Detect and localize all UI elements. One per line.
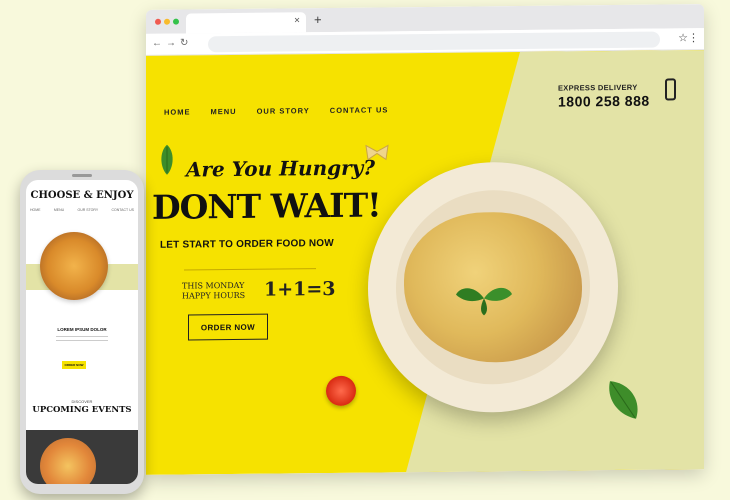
mobile-pizza-photo bbox=[40, 438, 96, 484]
new-tab-icon[interactable]: + bbox=[314, 12, 322, 27]
tomato-icon bbox=[326, 375, 356, 407]
promo-line-2: HAPPY HOURS bbox=[182, 290, 246, 301]
reload-icon[interactable]: ↻ bbox=[180, 37, 188, 48]
url-input[interactable] bbox=[208, 31, 660, 53]
website-hero: HOME MENU OUR STORY CONTACT US EXPRESS D… bbox=[146, 50, 704, 475]
basil-leaf-icon bbox=[161, 144, 173, 175]
mobile-screen: CHOOSE & ENJOY HOME MENU OUR STORY CONTA… bbox=[26, 180, 138, 484]
back-icon[interactable]: ← bbox=[152, 38, 162, 49]
menu-kebab-icon[interactable]: ⋮ bbox=[688, 31, 699, 44]
nav-our-story[interactable]: OUR STORY bbox=[257, 106, 310, 116]
promo-line-1: THIS MONDAY bbox=[182, 280, 245, 291]
mobile-device: CHOOSE & ENJOY HOME MENU OUR STORY CONTA… bbox=[20, 170, 144, 494]
nav-menu[interactable]: MENU bbox=[211, 107, 237, 116]
delivery-label: EXPRESS DELIVERY bbox=[558, 82, 638, 93]
mobile-discover-label: DISCOVER bbox=[71, 399, 93, 404]
window-close-dot[interactable] bbox=[155, 18, 161, 25]
nav-contact-us[interactable]: CONTACT US bbox=[330, 105, 389, 115]
mobile-nav: HOME MENU OUR STORY CONTACT US bbox=[30, 208, 134, 212]
promo-text: THIS MONDAY HAPPY HOURS bbox=[182, 281, 245, 302]
basil-garnish-icon bbox=[456, 287, 512, 316]
hero-subtitle: LET START TO ORDER FOOD NOW bbox=[160, 237, 334, 251]
mobile-nav-contact-us[interactable]: CONTACT US bbox=[112, 208, 134, 212]
mobile-order-button[interactable]: ORDER NOW bbox=[62, 361, 86, 369]
order-now-button[interactable]: ORDER NOW bbox=[188, 313, 268, 341]
nav-home[interactable]: HOME bbox=[164, 107, 191, 116]
mobile-title: CHOOSE & ENJOY bbox=[30, 190, 134, 201]
mobile-nav-home[interactable]: HOME bbox=[30, 208, 41, 212]
phone-speaker bbox=[72, 174, 92, 177]
browser-window: × + ← → ↻ ☆ ⋮ HOME MENU OUR STORY CONTAC… bbox=[146, 4, 704, 475]
hero-tagline: Are You Hungry? bbox=[186, 155, 375, 182]
star-icon[interactable]: ☆ bbox=[678, 31, 688, 44]
browser-tab[interactable]: × bbox=[186, 12, 306, 34]
mobile-events-image bbox=[26, 430, 138, 484]
mobile-nav-our-story[interactable]: OUR STORY bbox=[78, 208, 99, 212]
window-minimize-dot[interactable] bbox=[164, 18, 170, 25]
phone-icon bbox=[665, 78, 676, 101]
hero-headline: DONT WAIT! bbox=[152, 185, 381, 227]
mobile-nav-menu[interactable]: MENU bbox=[54, 208, 64, 212]
mobile-item-name: LOREM IPSUM DOLOR bbox=[57, 327, 107, 332]
site-nav: HOME MENU OUR STORY CONTACT US bbox=[164, 105, 388, 116]
mobile-pizza-image bbox=[40, 232, 108, 300]
tab-close-icon[interactable]: × bbox=[294, 15, 300, 26]
divider bbox=[184, 268, 316, 271]
mobile-events-title: UPCOMING EVENTS bbox=[32, 405, 132, 415]
window-maximize-dot[interactable] bbox=[173, 18, 179, 25]
forward-icon[interactable]: → bbox=[166, 38, 176, 49]
basil-leaf-icon bbox=[609, 381, 638, 419]
phone-number[interactable]: 1800 258 888 bbox=[558, 93, 650, 110]
mobile-item-description bbox=[56, 336, 108, 341]
promo-offer: 1+1=3 bbox=[264, 277, 336, 301]
